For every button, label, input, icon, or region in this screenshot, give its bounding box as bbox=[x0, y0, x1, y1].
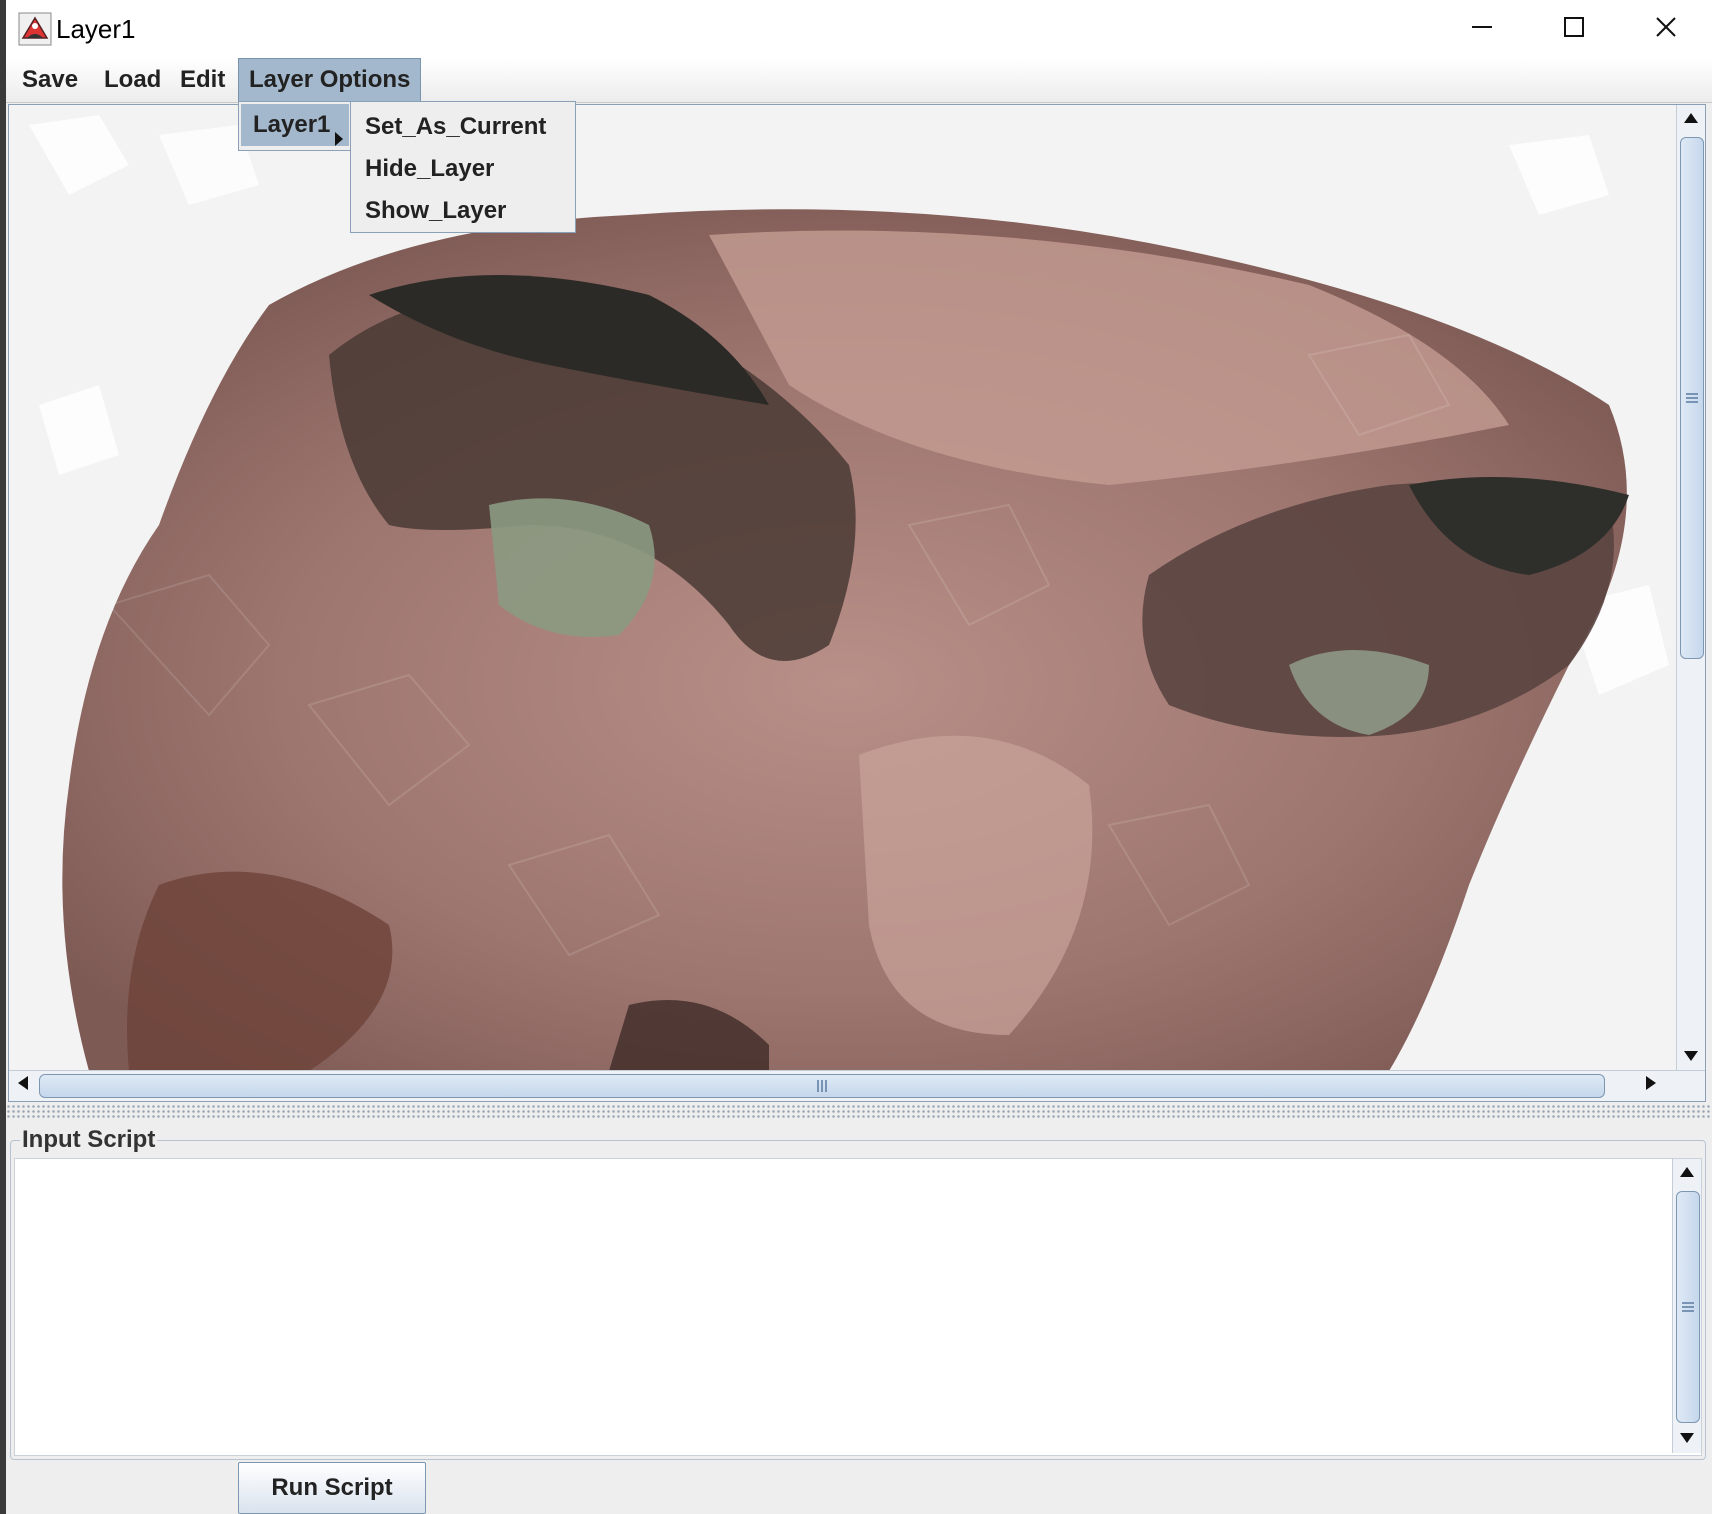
input-script-title: Input Script bbox=[20, 1126, 158, 1154]
input-script-text[interactable] bbox=[23, 1165, 1661, 1449]
menu-save[interactable]: Save bbox=[12, 58, 88, 102]
scroll-up-button[interactable] bbox=[1677, 105, 1705, 133]
arrow-up-icon bbox=[1680, 1164, 1694, 1182]
script-scroll-down-button[interactable] bbox=[1673, 1425, 1701, 1453]
minimize-icon bbox=[1470, 15, 1494, 44]
canvas-vertical-thumb[interactable] bbox=[1680, 137, 1704, 659]
script-vertical-scrollbar[interactable] bbox=[1672, 1159, 1701, 1453]
menu-bar: Save Load Edit Layer Options bbox=[6, 58, 1712, 103]
script-scroll-up-button[interactable] bbox=[1673, 1159, 1701, 1187]
menu-item-set-as-current[interactable]: Set_As_Current bbox=[351, 106, 575, 148]
canvas-scroll-pane bbox=[8, 104, 1706, 1102]
arrow-up-icon bbox=[1684, 110, 1698, 128]
menu-item-layer1[interactable]: Layer1 bbox=[241, 104, 349, 146]
maximize-button[interactable] bbox=[1528, 0, 1620, 58]
arrow-right-icon bbox=[1646, 1075, 1656, 1095]
window-title: Layer1 bbox=[56, 14, 136, 44]
layer1-submenu: Set_As_Current Hide_Layer Show_Layer bbox=[350, 101, 576, 233]
menu-item-layer1-label: Layer1 bbox=[253, 111, 331, 138]
title-bar[interactable]: Layer1 bbox=[6, 0, 1712, 58]
scroll-down-button[interactable] bbox=[1677, 1043, 1705, 1071]
window-edge bbox=[0, 0, 6, 1514]
arrow-down-icon bbox=[1684, 1048, 1698, 1066]
menu-item-show-layer[interactable]: Show_Layer bbox=[351, 190, 575, 232]
input-script-textarea[interactable] bbox=[14, 1158, 1702, 1456]
split-pane-divider[interactable] bbox=[6, 1104, 1712, 1118]
arrow-left-icon bbox=[18, 1075, 28, 1095]
canvas-horizontal-scrollbar[interactable] bbox=[9, 1070, 1705, 1101]
menu-load[interactable]: Load bbox=[94, 58, 171, 102]
menu-edit[interactable]: Edit bbox=[170, 58, 235, 102]
scroll-left-button[interactable] bbox=[9, 1071, 37, 1099]
scroll-right-button[interactable] bbox=[1637, 1071, 1665, 1099]
minimize-button[interactable] bbox=[1436, 0, 1528, 58]
java-app-icon bbox=[18, 12, 52, 46]
close-icon bbox=[1654, 15, 1678, 44]
layer-options-menu: Layer1 bbox=[238, 101, 352, 151]
submenu-arrow-icon bbox=[335, 118, 343, 160]
close-button[interactable] bbox=[1620, 0, 1712, 58]
run-script-button[interactable]: Run Script bbox=[238, 1462, 426, 1514]
menu-item-hide-layer[interactable]: Hide_Layer bbox=[351, 148, 575, 190]
menu-layer-options[interactable]: Layer Options bbox=[238, 58, 422, 102]
canvas-image[interactable] bbox=[9, 105, 1677, 1071]
script-vertical-thumb[interactable] bbox=[1676, 1191, 1700, 1423]
canvas-horizontal-thumb[interactable] bbox=[39, 1074, 1605, 1098]
app-window: Layer1 Save Load Edit Layer Options Inpu… bbox=[0, 0, 1712, 1514]
maximize-icon bbox=[1562, 15, 1586, 44]
arrow-down-icon bbox=[1680, 1430, 1694, 1448]
canvas-vertical-scrollbar[interactable] bbox=[1676, 105, 1705, 1071]
